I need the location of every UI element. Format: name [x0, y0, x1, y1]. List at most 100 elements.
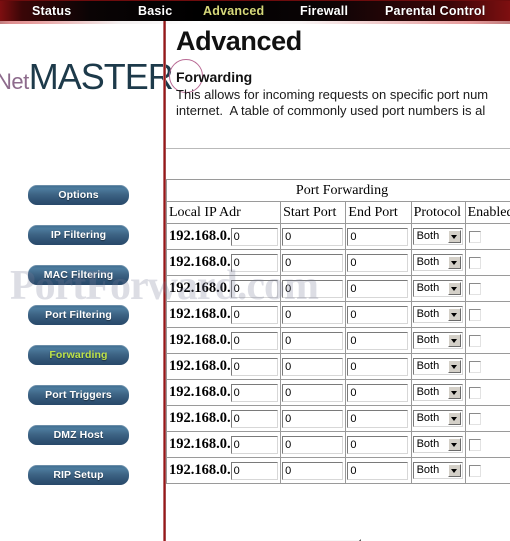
enabled-checkbox[interactable]	[468, 334, 481, 347]
nav-item-parental-control[interactable]: Parental Control	[385, 4, 485, 18]
cell-protocol: Both	[410, 431, 466, 458]
nav-item-status[interactable]: Status	[32, 4, 71, 18]
ip-suffix-input[interactable]	[230, 461, 278, 480]
start-port-input[interactable]	[282, 305, 344, 324]
nav-item-firewall[interactable]: Firewall	[300, 4, 348, 18]
start-port-input[interactable]	[282, 435, 344, 454]
protocol-select[interactable]: Both	[412, 462, 463, 480]
end-port-input[interactable]	[347, 383, 409, 402]
start-port-input[interactable]	[282, 253, 344, 272]
protocol-select[interactable]: Both	[412, 306, 463, 324]
sidebar-item-forwarding[interactable]: Forwarding	[28, 345, 129, 365]
enabled-checkbox[interactable]	[468, 412, 481, 425]
ip-suffix-input[interactable]	[230, 383, 278, 402]
enabled-checkbox[interactable]	[468, 256, 481, 269]
start-port-input[interactable]	[282, 331, 344, 350]
cell-local-ip: 192.168.0.	[166, 353, 282, 380]
end-port-input[interactable]	[347, 331, 409, 350]
end-port-input[interactable]	[347, 253, 409, 272]
ip-suffix-input[interactable]	[230, 331, 278, 350]
chevron-down-icon[interactable]	[447, 412, 461, 426]
protocol-select[interactable]: Both	[412, 358, 463, 376]
protocol-select[interactable]: Both	[412, 410, 463, 428]
horizontal-rule	[166, 148, 510, 149]
protocol-select-value: Both	[416, 386, 440, 399]
sidebar-item-port-triggers[interactable]: Port Triggers	[28, 385, 129, 405]
enabled-checkbox[interactable]	[468, 438, 481, 451]
end-port-input[interactable]	[347, 435, 409, 454]
cell-protocol: Both	[410, 223, 466, 250]
cell-local-ip: 192.168.0.	[166, 431, 282, 458]
chevron-down-icon[interactable]	[447, 360, 461, 374]
start-port-input[interactable]	[282, 279, 344, 298]
table-row: 192.168.0. Both	[166, 301, 510, 328]
chevron-down-icon[interactable]	[447, 334, 461, 348]
ip-suffix-input[interactable]	[230, 305, 278, 324]
section-title: Forwarding	[176, 69, 253, 85]
enabled-checkbox[interactable]	[468, 464, 481, 477]
sidebar-item-mac-filtering[interactable]: MAC Filtering	[28, 265, 129, 285]
cell-start-port	[280, 431, 347, 458]
end-port-input[interactable]	[347, 279, 409, 298]
cell-local-ip: 192.168.0.	[166, 405, 282, 432]
cell-protocol: Both	[410, 327, 466, 354]
cell-local-ip: 192.168.0.	[166, 275, 282, 302]
enabled-checkbox[interactable]	[468, 282, 481, 295]
nav-item-basic[interactable]: Basic	[138, 4, 172, 18]
ip-suffix-input[interactable]	[230, 253, 278, 272]
start-port-input[interactable]	[282, 227, 344, 246]
sidebar-item-options[interactable]: Options	[28, 185, 129, 205]
chevron-down-icon[interactable]	[447, 438, 461, 452]
chevron-down-icon[interactable]	[447, 230, 461, 244]
end-port-input[interactable]	[347, 305, 409, 324]
cell-end-port	[345, 275, 412, 302]
ip-suffix-input[interactable]	[230, 227, 278, 246]
chevron-down-icon[interactable]	[447, 464, 461, 478]
cell-end-port	[345, 457, 412, 484]
protocol-select-value: Both	[416, 438, 440, 451]
cell-enabled	[464, 223, 510, 250]
protocol-select-value: Both	[416, 360, 440, 373]
ip-suffix-input[interactable]	[230, 409, 278, 428]
cell-local-ip: 192.168.0.	[166, 327, 282, 354]
ip-prefix-label: 192.168.0.	[169, 306, 231, 323]
chevron-down-icon[interactable]	[447, 282, 461, 296]
protocol-select[interactable]: Both	[412, 436, 463, 454]
sidebar-item-dmz-host[interactable]: DMZ Host	[28, 425, 129, 445]
enabled-checkbox[interactable]	[468, 386, 481, 399]
cell-local-ip: 192.168.0.	[166, 223, 282, 250]
cell-start-port	[280, 301, 347, 328]
end-port-input[interactable]	[347, 461, 409, 480]
sidebar-item-rip-setup[interactable]: RIP Setup	[28, 465, 129, 485]
protocol-select[interactable]: Both	[412, 254, 463, 272]
enabled-checkbox[interactable]	[468, 360, 481, 373]
column-header-protocol: Protocol	[410, 201, 466, 224]
sidebar-item-port-filtering[interactable]: Port Filtering	[28, 305, 129, 325]
protocol-select[interactable]: Both	[412, 384, 463, 402]
chevron-down-icon[interactable]	[447, 308, 461, 322]
ip-suffix-input[interactable]	[230, 435, 278, 454]
sidebar-item-ip-filtering[interactable]: IP Filtering	[28, 225, 129, 245]
start-port-input[interactable]	[282, 409, 344, 428]
protocol-select[interactable]: Both	[412, 332, 463, 350]
start-port-input[interactable]	[282, 357, 344, 376]
ip-suffix-input[interactable]	[230, 357, 278, 376]
cell-start-port	[280, 379, 347, 406]
logo-name-text: MASTER	[28, 56, 174, 97]
chevron-down-icon[interactable]	[447, 386, 461, 400]
enabled-checkbox[interactable]	[468, 308, 481, 321]
end-port-input[interactable]	[347, 227, 409, 246]
end-port-input[interactable]	[347, 357, 409, 376]
cell-protocol: Both	[410, 457, 466, 484]
enabled-checkbox[interactable]	[468, 230, 481, 243]
protocol-select[interactable]: Both	[412, 228, 463, 246]
ip-suffix-input[interactable]	[230, 279, 278, 298]
cell-local-ip: 192.168.0.	[166, 301, 282, 328]
protocol-select[interactable]: Both	[412, 280, 463, 298]
chevron-down-icon[interactable]	[447, 256, 461, 270]
nav-item-advanced[interactable]: Advanced	[203, 4, 264, 18]
start-port-input[interactable]	[282, 383, 344, 402]
end-port-input[interactable]	[347, 409, 409, 428]
cell-end-port	[345, 405, 412, 432]
start-port-input[interactable]	[282, 461, 344, 480]
